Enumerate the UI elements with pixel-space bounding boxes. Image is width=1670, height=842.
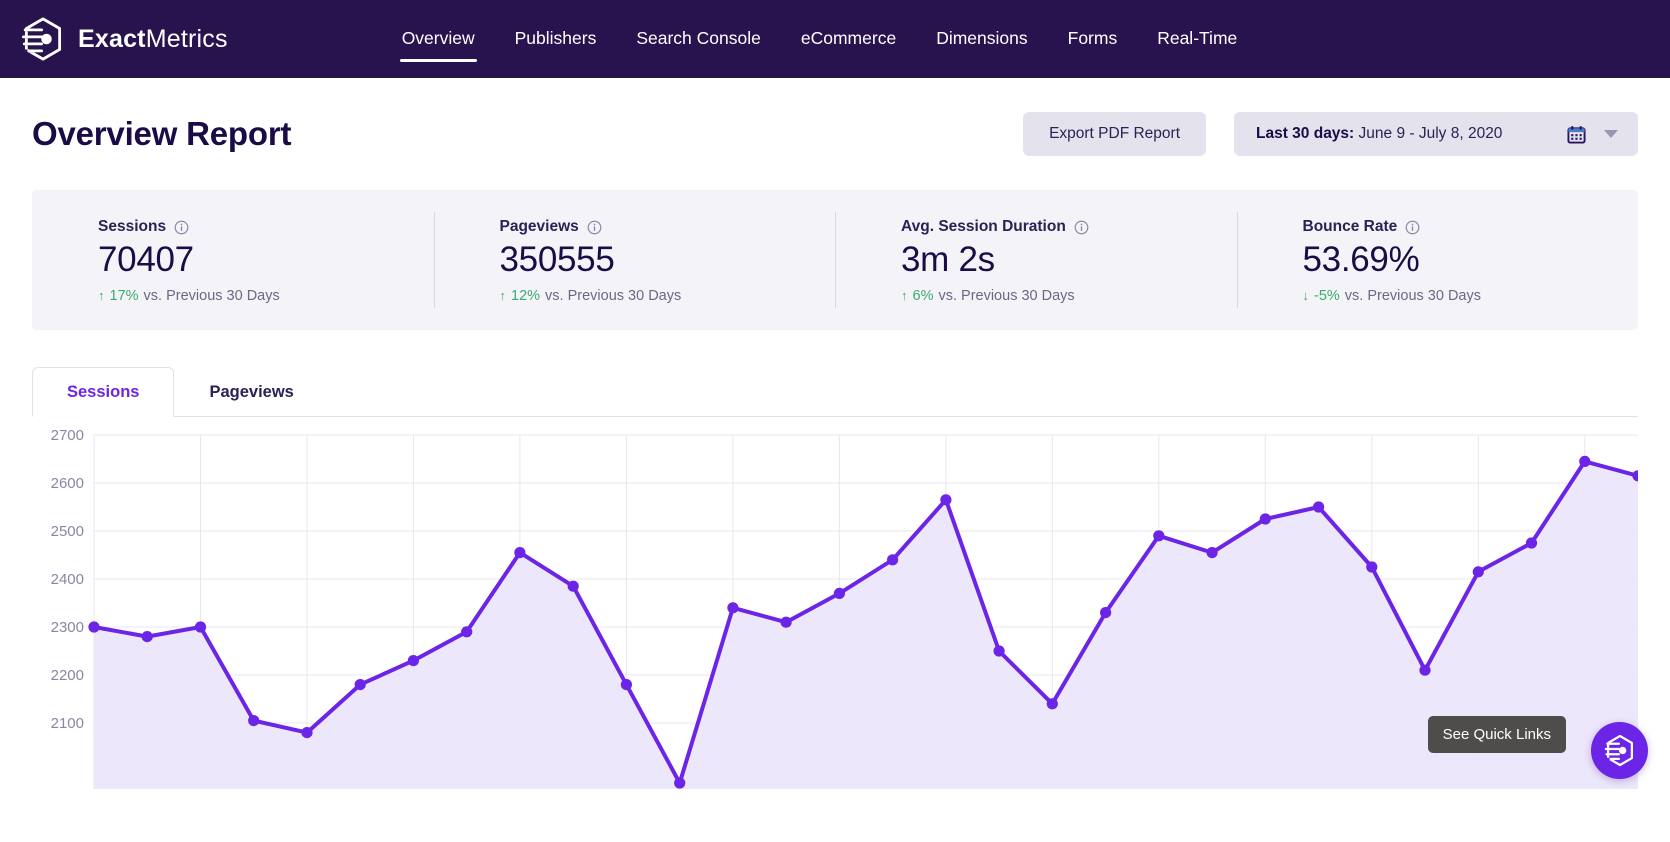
stat-title-avg-session-duration: Avg. Session Duration (901, 218, 1066, 235)
tab-sessions[interactable]: Sessions (32, 367, 175, 417)
nav-item-forms[interactable]: Forms (1066, 22, 1120, 57)
date-range-picker[interactable]: Last 30 days: June 9 - July 8, 2020 (1234, 112, 1638, 156)
exactmetrics-hexagon-logo-icon (1603, 734, 1636, 767)
stat-delta-note-sessions: vs. Previous 30 Days (143, 287, 280, 304)
tab-pageviews[interactable]: Pageviews (174, 367, 328, 417)
page-title: Overview Report (32, 115, 292, 152)
main-nav: Overview Publishers Search Console eComm… (399, 0, 1240, 78)
svg-text:2300: 2300 (51, 619, 84, 636)
stat-value-avg-session-duration: 3m 2s (901, 240, 995, 279)
stat-label-avg-session-duration: Avg. Session Duration (901, 218, 1237, 236)
stat-delta-sessions: ↑ 17% vs. Previous 30 Days (98, 288, 434, 304)
brand-wordmark: ExactMetrics (78, 25, 228, 54)
nav-item-search-console[interactable]: Search Console (634, 22, 763, 57)
page-header: Overview Report Export PDF Report Last 3… (32, 78, 1638, 190)
date-range-value: June 9 - July 8, 2020 (1358, 125, 1503, 142)
stat-label-pageviews: Pageviews (500, 218, 836, 236)
stat-value-bounce-rate: 53.69% (1302, 240, 1420, 279)
stat-value-pageviews: 350555 (499, 240, 615, 279)
stat-delta-note-bounce-rate: vs. Previous 30 Days (1344, 287, 1481, 304)
stat-card-sessions: Sessions 70407 ↑ 17% vs. Previous 30 Day… (32, 190, 434, 330)
stat-delta-value-sessions: 17% (109, 287, 139, 304)
info-icon[interactable] (587, 220, 602, 235)
brand-name-bold: Exact (78, 24, 146, 53)
calendar-icon[interactable] (1567, 125, 1586, 144)
nav-item-publishers[interactable]: Publishers (513, 22, 599, 57)
nav-item-overview[interactable]: Overview (399, 22, 477, 62)
brand-logo-group[interactable]: ExactMetrics (22, 17, 228, 61)
page-content: Overview Report Export PDF Report Last 3… (0, 78, 1670, 789)
info-icon[interactable] (1405, 220, 1420, 235)
chevron-down-icon[interactable] (1604, 130, 1618, 138)
stat-delta-bounce-rate: ↓ -5% vs. Previous 30 Days (1303, 288, 1639, 304)
stat-card-bounce-rate: Bounce Rate 53.69% ↓ -5% vs. Previous 30… (1236, 190, 1639, 330)
svg-text:2200: 2200 (51, 667, 84, 684)
svg-text:2700: 2700 (51, 427, 84, 444)
stat-title-pageviews: Pageviews (499, 218, 579, 235)
stat-delta-pageviews: ↑ 12% vs. Previous 30 Days (500, 288, 836, 304)
svg-text:2400: 2400 (51, 571, 84, 588)
chart-tabs: Sessions Pageviews (32, 366, 1638, 417)
date-picker-controls (1567, 125, 1618, 144)
top-navigation-bar: ExactMetrics Overview Publishers Search … (0, 0, 1670, 78)
trend-up-icon: ↑ (98, 288, 105, 304)
info-icon[interactable] (174, 220, 189, 235)
date-range-text: Last 30 days: June 9 - July 8, 2020 (1256, 125, 1502, 143)
quick-links-fab-button[interactable] (1591, 722, 1648, 779)
quick-links-tooltip: See Quick Links (1427, 716, 1566, 753)
nav-item-ecommerce[interactable]: eCommerce (799, 22, 898, 57)
svg-text:2100: 2100 (51, 715, 84, 732)
stat-label-bounce-rate: Bounce Rate (1303, 218, 1639, 236)
brand-name-regular: Metrics (145, 24, 228, 53)
export-pdf-report-button[interactable]: Export PDF Report (1023, 112, 1206, 156)
stat-delta-value-pageviews: 12% (511, 287, 541, 304)
info-icon[interactable] (1074, 220, 1089, 235)
date-range-prefix: Last 30 days: (1256, 125, 1355, 142)
stat-delta-avg-session-duration: ↑ 6% vs. Previous 30 Days (901, 288, 1237, 304)
nav-item-dimensions[interactable]: Dimensions (934, 22, 1029, 57)
stat-label-sessions: Sessions (98, 218, 434, 236)
stat-card-pageviews: Pageviews 350555 ↑ 12% vs. Previous 30 D… (433, 190, 836, 330)
stat-delta-value-bounce-rate: -5% (1314, 287, 1340, 304)
header-actions: Export PDF Report Last 30 days: June 9 -… (1023, 112, 1638, 156)
nav-item-real-time[interactable]: Real-Time (1155, 22, 1239, 57)
sessions-chart: 2100 2200 2300 2400 2500 2600 2700 (32, 417, 1638, 789)
trend-down-icon: ↓ (1302, 288, 1310, 304)
sessions-line-chart-svg[interactable]: 2100 2200 2300 2400 2500 2600 2700 (32, 417, 1638, 789)
stat-delta-value-avg-session-duration: 6% (912, 287, 934, 304)
svg-text:2600: 2600 (51, 475, 84, 492)
trend-up-icon: ↑ (499, 288, 507, 304)
stat-delta-note-avg-session-duration: vs. Previous 30 Days (938, 287, 1075, 304)
stat-delta-note-pageviews: vs. Previous 30 Days (545, 287, 682, 304)
trend-up-icon: ↑ (901, 288, 908, 304)
stat-value-sessions: 70407 (98, 240, 194, 279)
stat-title-bounce-rate: Bounce Rate (1302, 218, 1398, 235)
summary-stats-strip: Sessions 70407 ↑ 17% vs. Previous 30 Day… (32, 190, 1638, 330)
stat-title-sessions: Sessions (98, 218, 167, 235)
exactmetrics-hexagon-logo-icon (22, 17, 64, 61)
stat-card-avg-session-duration: Avg. Session Duration 3m 2s ↑ 6% vs. Pre… (835, 190, 1237, 330)
svg-text:2500: 2500 (51, 523, 84, 540)
